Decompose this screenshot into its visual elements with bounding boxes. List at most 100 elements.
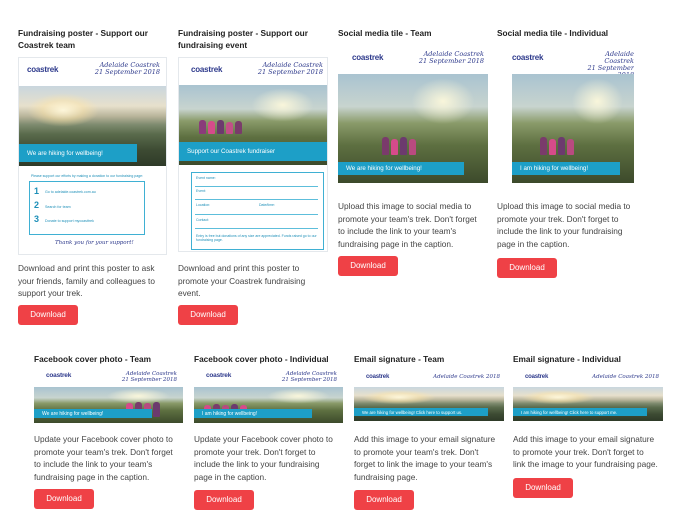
download-button[interactable]: Download — [338, 256, 398, 276]
card-social-individual: Social media tile - Individual — [497, 27, 647, 39]
card-title-line2: Coastrek team — [18, 40, 76, 50]
download-button[interactable]: Download — [354, 490, 414, 510]
poster-team-thumbnail[interactable]: coastrek Adelaide Coastrek 21 September 2… — [18, 57, 167, 255]
form-line — [195, 199, 318, 200]
coastrek-logo: coastrek — [27, 65, 59, 74]
description-line: Download and print this poster to ask — [18, 263, 155, 273]
step-number-1: 1 — [34, 186, 40, 196]
description-line: promote your trek. Don't forget to — [194, 446, 316, 457]
social-team-thumbnail[interactable]: coastrek Adelaide Coastrek 21 September 2… — [338, 47, 488, 183]
description-line: Upload this image to social media to — [497, 201, 631, 211]
event-date-script: Adelaide Coastrek21 September 2018 — [121, 371, 177, 383]
poster-banner: Support our Coastrek fundraiser — [179, 142, 327, 161]
card-social-team-desc: Upload this image to social media to pro… — [338, 200, 488, 250]
description-line: promote your team's trek. Don't forget — [338, 213, 477, 224]
description-line: promote your trek. Don't forget to — [497, 213, 619, 224]
step-2: Search for team — [45, 205, 71, 209]
tile-banner: We are hiking for wellbeing! — [338, 162, 464, 175]
card-social-individual-desc: Upload this image to social media to pro… — [497, 200, 647, 250]
description-line: page in the caption. — [194, 471, 267, 482]
download-button[interactable]: Download — [497, 258, 557, 278]
download-button[interactable]: Download — [178, 305, 238, 325]
download-button[interactable]: Download — [194, 490, 254, 510]
description-line: support your trek. — [18, 288, 83, 299]
email-individual-thumbnail[interactable]: coastrek Adelaide Coastrek 2018 I am hik… — [513, 370, 663, 421]
download-button[interactable]: Download — [18, 305, 78, 325]
form-line — [195, 214, 318, 215]
event-date-script: Adelaide Coastrek21 September 2018 — [257, 61, 323, 76]
event-date-script: Adelaide Coastrek 2018 — [433, 374, 500, 380]
email-team-thumbnail[interactable]: coastrek Adelaide Coastrek 2018 We are h… — [354, 370, 504, 421]
description-line: to include the link to your team's — [34, 459, 153, 470]
email-banner: We are hiking for wellbeing! Click here … — [354, 408, 488, 416]
event-date-script: Adelaide Coastrek21 September 2018 — [418, 50, 484, 65]
download-button[interactable]: Download — [513, 478, 573, 498]
card-poster-team: Fundraising poster - Support our Coastre… — [18, 27, 168, 51]
description-line: to promote your trek. Don't forget to — [513, 446, 644, 457]
description-line: to promote your team's trek. Don't — [354, 446, 479, 457]
description-line: fundraising page in the caption. — [34, 471, 150, 482]
support-line: Please support our efforts by making a d… — [31, 174, 144, 178]
coastrek-logo: coastrek — [352, 53, 384, 62]
description-line: promote your team's trek. Don't forget — [34, 446, 173, 457]
step-number-2: 2 — [34, 200, 40, 210]
description-line: to include the link to your team's — [338, 226, 457, 237]
download-button[interactable]: Download — [34, 489, 94, 509]
social-individual-thumbnail[interactable]: coastrek Adelaide Coastrek21 September 2… — [512, 47, 634, 183]
hikers-figures — [382, 137, 418, 155]
description-line: link the image to your fundraising page. — [513, 459, 658, 470]
step-number-3: 3 — [34, 214, 40, 224]
facebook-team-thumbnail[interactable]: coastrek Adelaide Coastrek 21 September 2… — [34, 368, 183, 423]
email-banner: I am hiking for wellbeing! Click here to… — [513, 408, 647, 416]
coastrek-logo: coastrek — [525, 374, 549, 380]
description-line: Add this image to your email signature — [354, 434, 496, 444]
description-line: Upload this image to social media to — [338, 201, 472, 211]
form-label: Date/time: — [259, 203, 275, 207]
description-line: Update your Facebook cover photo to — [194, 434, 333, 444]
card-email-team: Email signature - Team — [354, 353, 504, 365]
card-title: Social media tile - Individual — [497, 28, 609, 38]
hikers-figures — [540, 137, 576, 155]
hikers-figures — [199, 120, 244, 134]
coastrek-logo: coastrek — [46, 372, 72, 379]
tile-banner: I am hiking for wellbeing! — [512, 162, 620, 175]
description-line: fundraising page in the caption. — [338, 238, 454, 249]
card-title: Fundraising poster - Support our — [18, 28, 148, 38]
description-line: your friends, family and colleagues to — [18, 275, 155, 286]
card-title: Social media tile - Team — [338, 28, 432, 38]
coastrek-logo: coastrek — [191, 65, 223, 74]
form-line — [195, 186, 318, 187]
form-footer: Entry is free but donations of any size … — [196, 234, 317, 242]
poster-event-thumbnail[interactable]: coastrek Adelaide Coastrek 21 September 2… — [178, 57, 328, 252]
card-title: Facebook cover photo - Individual — [194, 354, 329, 364]
description-line: Download and print this poster to — [178, 263, 300, 273]
description-line: include the link to your fundraising — [497, 226, 623, 237]
cover-banner: We are hiking for wellbeing! — [34, 409, 152, 418]
card-poster-event: Fundraising poster - Support our fundrai… — [178, 27, 328, 51]
description-line: Add this image to your email signature — [513, 434, 655, 444]
description-line: promote your Coastrek fundraising — [178, 275, 306, 286]
card-title: Email signature - Individual — [513, 354, 621, 364]
card-facebook-team-desc: Update your Facebook cover photo to prom… — [34, 433, 194, 483]
event-date-script: Adelaide Coastrek21 September 2018 — [281, 371, 337, 383]
card-facebook-team: Facebook cover photo - Team — [34, 353, 184, 365]
event-date-script: Adelaide Coastrek 2018 — [592, 374, 659, 380]
event-date-script: Adelaide Coastrek21 September 2018 — [94, 61, 160, 76]
form-label: Location: — [196, 203, 211, 207]
step-1: Go to adelaide.coastrek.com.au — [45, 190, 96, 194]
card-title-line2: fundraising event — [178, 40, 248, 50]
facebook-individual-thumbnail[interactable]: coastrek Adelaide Coastrek 21 September 2… — [194, 368, 343, 423]
card-title: Fundraising poster - Support our — [178, 28, 308, 38]
card-title: Facebook cover photo - Team — [34, 354, 151, 364]
form-label: Contact: — [196, 218, 210, 222]
card-facebook-individual: Facebook cover photo - Individual — [194, 353, 344, 365]
description-line: include the link to your fundraising — [194, 459, 320, 470]
cover-banner: I am hiking for wellbeing! — [194, 409, 312, 418]
description-line: page in the caption. — [497, 238, 570, 249]
coastrek-logo: coastrek — [512, 53, 544, 62]
form-line — [195, 228, 318, 229]
thank-you-text: Thank you for your support! — [55, 240, 134, 246]
step-3: Donate to support mycoasttrek — [45, 219, 94, 223]
form-label: Event name: — [196, 176, 216, 180]
card-facebook-individual-desc: Update your Facebook cover photo to prom… — [194, 433, 354, 483]
